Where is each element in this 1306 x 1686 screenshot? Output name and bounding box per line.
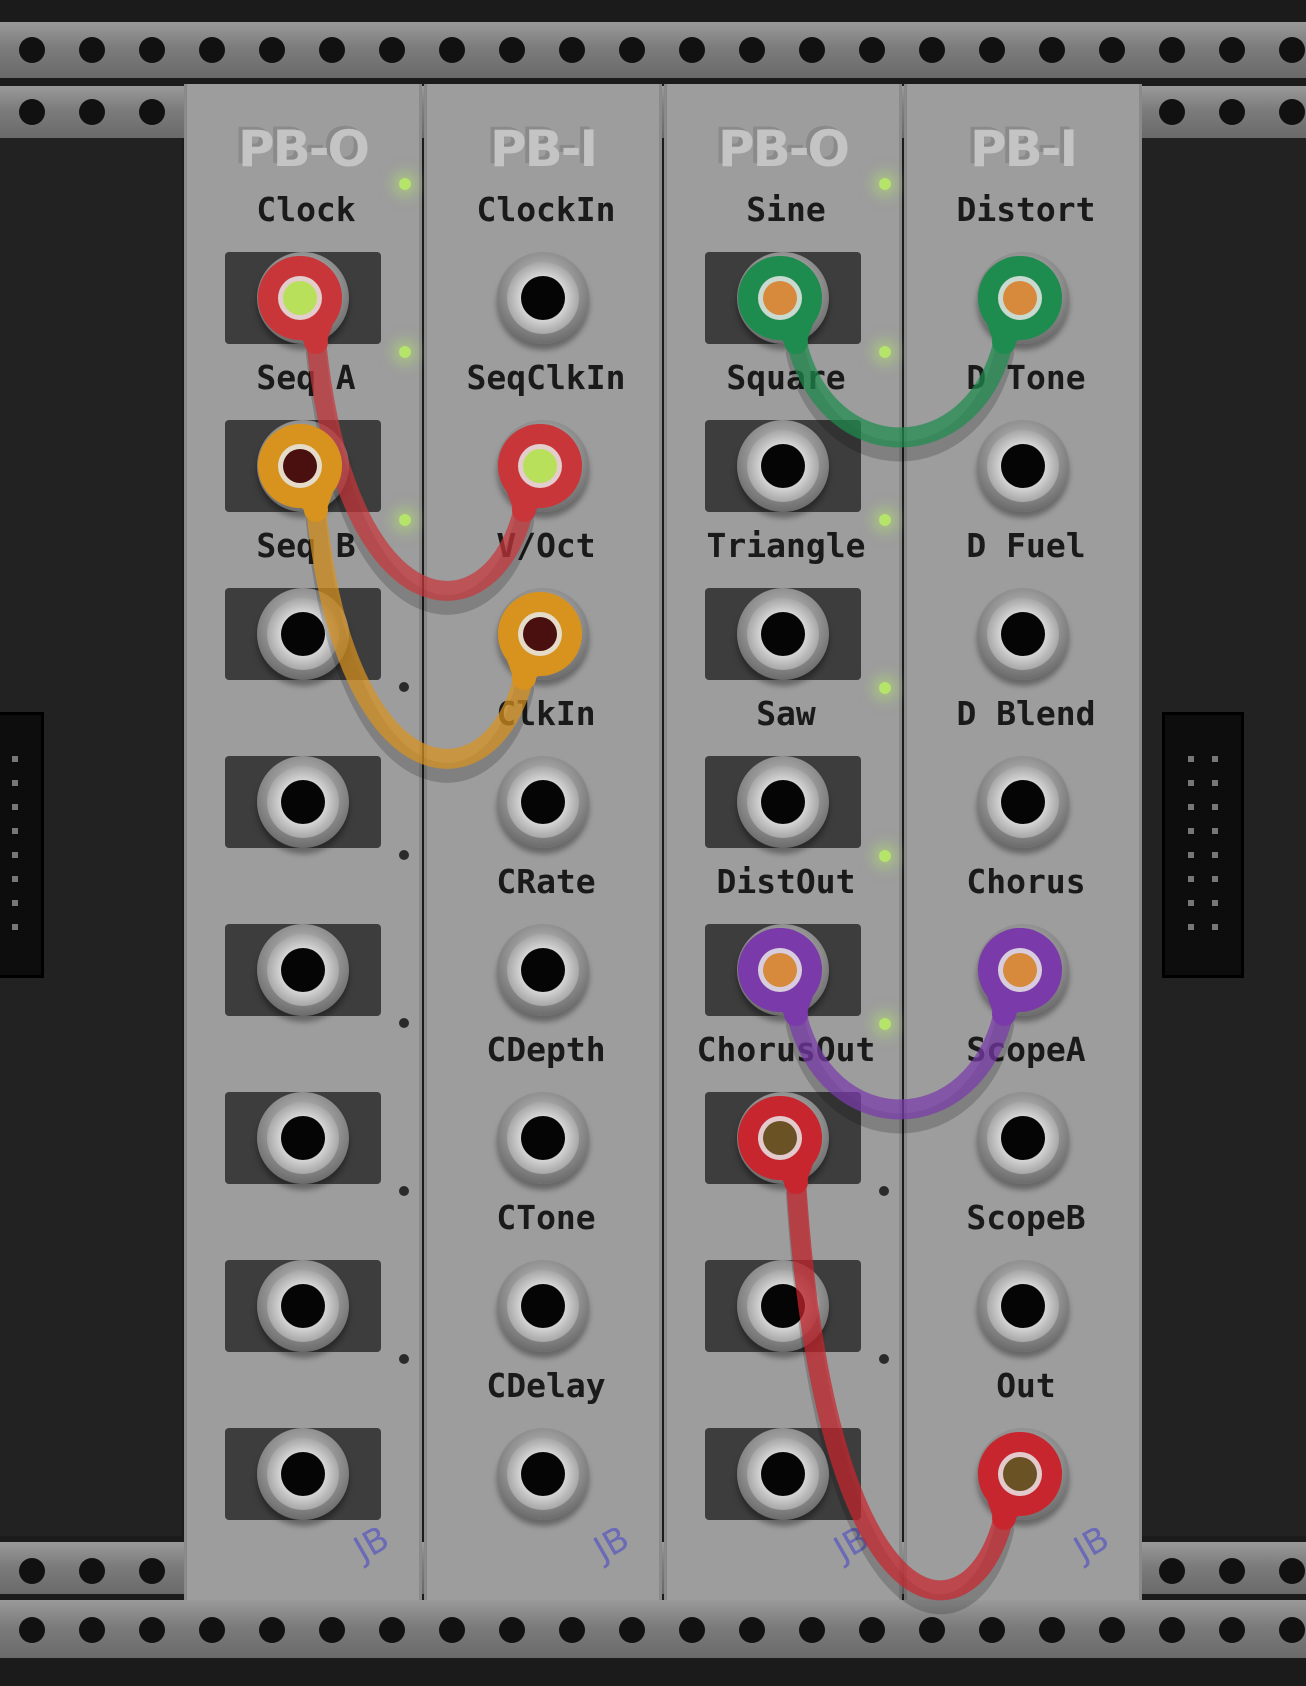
plug-light[interactable]: [1003, 953, 1037, 987]
patch-cables: [258, 256, 1062, 1615]
plug-tail[interactable]: [784, 1002, 808, 1026]
plug-light[interactable]: [763, 281, 797, 315]
cable-plug[interactable]: [498, 424, 582, 522]
plug-light[interactable]: [1003, 1457, 1037, 1491]
plug-light[interactable]: [523, 617, 557, 651]
patch-cable[interactable]: [306, 330, 534, 601]
plug-tail[interactable]: [992, 330, 1016, 354]
plug-light[interactable]: [763, 1121, 797, 1155]
plug-tail[interactable]: [304, 498, 328, 522]
cable-plug[interactable]: [738, 1096, 822, 1194]
plug-tail[interactable]: [784, 1170, 808, 1194]
plug-tail[interactable]: [304, 330, 328, 354]
plug-tail[interactable]: [992, 1002, 1016, 1026]
plug-tail[interactable]: [992, 1506, 1016, 1530]
cable-plug[interactable]: [498, 592, 582, 690]
cable-plug[interactable]: [978, 256, 1062, 354]
plug-light[interactable]: [523, 449, 557, 483]
patch-cable[interactable]: [786, 1170, 1014, 1601]
plug-light[interactable]: [763, 953, 797, 987]
cable-plug[interactable]: [258, 256, 342, 354]
cable-plug[interactable]: [738, 256, 822, 354]
cable-plug[interactable]: [258, 424, 342, 522]
plug-light[interactable]: [283, 281, 317, 315]
plug-tail[interactable]: [512, 498, 536, 522]
plug-tail[interactable]: [512, 666, 536, 690]
cable-plug[interactable]: [978, 1432, 1062, 1530]
plug-light[interactable]: [1003, 281, 1037, 315]
cable-plug[interactable]: [738, 928, 822, 1026]
cable-plug[interactable]: [978, 928, 1062, 1026]
plug-tail[interactable]: [784, 330, 808, 354]
patch-cable[interactable]: [306, 498, 534, 769]
plug-light[interactable]: [283, 449, 317, 483]
